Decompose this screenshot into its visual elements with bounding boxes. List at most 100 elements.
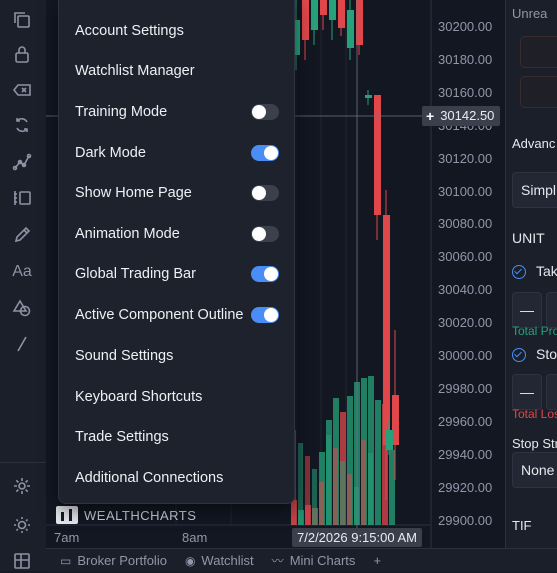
price-tick-label: 29980.00 [438,380,493,396]
bottom-tab-bar: ▭ Broker Portfolio ◉ Watchlist 〰 Mini Ch… [46,548,557,572]
drawing-toolbar: Aa [0,0,47,571]
menu-item-keyboard-shortcuts[interactable]: Keyboard Shortcuts [59,378,294,416]
time-label-7am: 7am [54,530,80,545]
global-trading-bar-toggle[interactable] [251,266,279,282]
time-label-8am: 8am [182,530,208,545]
menu-item-trade-settings[interactable]: Trade Settings [59,418,294,456]
panel-button-second[interactable] [520,76,557,108]
tab-broker-portfolio[interactable]: ▭ Broker Portfolio [60,553,167,568]
toggle-knob [252,105,266,119]
total-loss-label: Total Los [512,407,557,421]
candle-body [383,215,390,445]
watermark: WEALTHCHARTS [56,506,196,524]
eye-icon: ◉ [184,553,196,568]
tab-watchlist[interactable]: ◉ Watchlist [185,553,254,568]
price-tick-label: 29960.00 [438,413,493,429]
menu-item-label: Show Home Page [75,185,192,201]
menu-item-label: Active Component Outline [75,307,244,323]
sync-icon[interactable] [10,113,34,137]
dark-mode-toggle[interactable] [251,145,279,161]
lock-icon[interactable] [10,42,34,66]
stop-loss-input[interactable] [546,374,557,410]
candle-body [329,0,336,20]
menu-item-label: Keyboard Shortcuts [75,389,203,405]
take-profit-minus-button[interactable]: — [512,292,542,328]
price-tick-label: 30160.00 [438,84,493,100]
watermark-text: WEALTHCHARTS [84,507,197,523]
menu-item-label: Global Trading Bar [75,266,196,282]
menu-item-label: Additional Connections [75,470,224,486]
toggle-knob [252,227,266,241]
menu-item-global-trading-bar[interactable]: Global Trading Bar [59,255,294,293]
volume-bar [347,474,352,525]
stop-loss-minus-button[interactable]: — [512,374,542,410]
stop-strategy-select[interactable]: None [512,452,557,488]
menu-item-active-component-outline[interactable]: Active Component Outline [59,296,294,334]
order-panel: Unrea Advanc Simpl UNIT Tak — Total Pro … [505,0,557,548]
candle-body [386,430,393,450]
menu-item-account-settings[interactable]: Account Settings [59,12,294,50]
layout-grid-icon[interactable] [10,549,34,573]
menu-item-additional-connections[interactable]: Additional Connections [59,459,294,497]
price-tick-label: 30040.00 [438,282,493,298]
tif-label: TIF [512,518,532,533]
toolbar-divider [0,462,46,463]
line-icon[interactable] [10,332,34,356]
tab-mini-charts[interactable]: 〰 Mini Charts [272,552,356,569]
candle-body [365,95,372,98]
stop-loss-checkbox[interactable] [512,348,526,362]
show-home-page-toggle[interactable] [251,185,279,201]
text-icon[interactable]: Aa [10,260,34,284]
price-tick-label: 30020.00 [438,315,493,331]
menu-item-label: Animation Mode [75,226,180,242]
volume-bar [312,469,317,525]
price-tick-label: 30200.00 [438,19,493,34]
measure-icon[interactable] [10,186,34,210]
tab-watchlist-label: Watchlist [201,553,254,568]
plus-icon[interactable]: + [426,106,434,126]
menu-item-label: Training Mode [75,104,168,120]
add-tab-button[interactable]: + [373,553,381,568]
volume-bar [298,443,303,525]
menu-item-sound-settings[interactable]: Sound Settings [59,337,294,375]
menu-item-show-home-page[interactable]: Show Home Page [59,174,294,212]
candle-body [374,95,381,215]
animation-mode-toggle[interactable] [251,226,279,242]
candle-body [338,0,345,28]
candle-body [347,10,354,48]
candle-body [302,0,309,40]
volume-bar [389,450,395,525]
menu-item-training-mode[interactable]: Training Mode [59,93,294,131]
take-profit-input[interactable] [546,292,557,328]
active-component-outline-toggle[interactable] [251,307,279,323]
toggle-knob [264,146,278,160]
volume-bar [333,448,338,525]
price-tick-label: 30080.00 [438,216,493,232]
briefcase-icon: ▭ [60,553,72,568]
unit-label: UNIT [512,230,545,246]
erase-icon[interactable] [10,78,34,102]
toggle-knob [264,267,278,281]
menu-item-dark-mode[interactable]: Dark Mode [59,134,294,172]
volume-bar [375,400,381,525]
current-price-value: 30142.50 [440,108,495,123]
training-mode-toggle[interactable] [251,104,279,120]
sun-icon[interactable] [10,513,34,537]
menu-item-watchlist-manager[interactable]: Watchlist Manager [59,52,294,90]
menu-item-label: Sound Settings [75,348,174,364]
menu-item-label: Trade Settings [75,429,169,445]
shapes-icon[interactable] [10,296,34,320]
settings-gear-icon[interactable] [10,474,34,498]
price-tick-label: 30060.00 [438,249,493,265]
unrealized-label: Unrea [512,6,548,21]
take-profit-checkbox[interactable] [512,265,526,279]
menu-item-animation-mode[interactable]: Animation Mode [59,215,294,253]
copy-icon[interactable] [10,8,34,32]
trend-line-icon[interactable] [10,150,34,174]
pencil-icon[interactable] [10,223,34,247]
panel-button-top[interactable] [520,36,557,68]
price-tick-label: 30000.00 [438,348,493,363]
add-tab-icon: + [373,553,382,568]
stop-loss-label: Sto [536,346,557,362]
order-type-select[interactable]: Simpl [512,172,557,208]
